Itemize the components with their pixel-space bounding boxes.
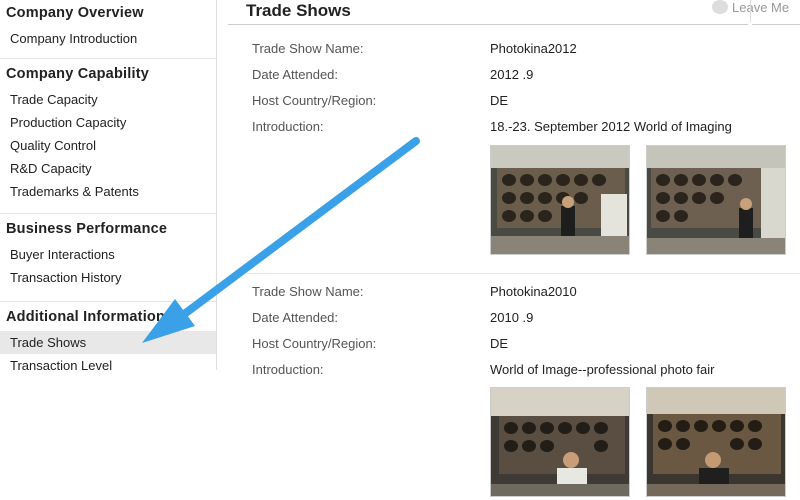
header-underline bbox=[752, 24, 800, 25]
introduction-label: Introduction: bbox=[252, 362, 324, 377]
date-attended-label: Date Attended: bbox=[252, 67, 339, 82]
header-divider bbox=[750, 0, 751, 22]
section-title: Additional Information bbox=[6, 309, 166, 325]
introduction-value: 18.-23. September 2012 World of Imaging bbox=[490, 119, 732, 134]
section-company-capability: Company Capability Trade Capacity Produc… bbox=[0, 59, 216, 214]
sidebar-item-trademarks-patents[interactable]: Trademarks & Patents bbox=[0, 180, 216, 203]
trade-show-photo[interactable] bbox=[646, 145, 786, 255]
trade-show-photo[interactable] bbox=[646, 387, 786, 497]
sidebar-item-company-introduction[interactable]: Company Introduction bbox=[0, 27, 216, 50]
introduction-label: Introduction: bbox=[252, 119, 324, 134]
content-header: Trade Shows Leave Me bbox=[228, 0, 789, 25]
main-content: Trade Shows Leave Me Trade Show Name: Ph… bbox=[228, 0, 800, 500]
host-country-label: Host Country/Region: bbox=[252, 336, 377, 351]
leave-message-label: Leave Me bbox=[732, 0, 790, 15]
sidebar-item-production-capacity[interactable]: Production Capacity bbox=[0, 111, 216, 134]
chat-icon bbox=[712, 0, 728, 14]
section-title: Business Performance bbox=[6, 221, 168, 237]
page-title: Trade Shows bbox=[246, 1, 351, 20]
host-country-label: Host Country/Region: bbox=[252, 93, 377, 108]
section-title: Company Overview bbox=[6, 5, 144, 21]
introduction-value: World of Image--professional photo fair bbox=[490, 362, 715, 377]
sidebar-item-rd-capacity[interactable]: R&D Capacity bbox=[0, 157, 216, 180]
sidebar-item-buyer-interactions[interactable]: Buyer Interactions bbox=[0, 243, 216, 266]
sidebar-item-transaction-history[interactable]: Transaction History bbox=[0, 266, 216, 289]
section-business-performance: Business Performance Buyer Interactions … bbox=[0, 214, 216, 302]
host-country-value: DE bbox=[490, 336, 509, 351]
trade-show-name-value: Photokina2012 bbox=[490, 41, 577, 56]
date-attended-value: 2010 .9 bbox=[490, 310, 534, 325]
entry-divider bbox=[246, 273, 800, 274]
section-company-overview: Company Overview Company Introduction bbox=[0, 0, 216, 59]
sidebar-item-trade-capacity[interactable]: Trade Capacity bbox=[0, 88, 216, 111]
sidebar-item-trade-shows[interactable]: Trade Shows bbox=[0, 331, 216, 354]
sidebar-item-quality-control[interactable]: Quality Control bbox=[0, 134, 216, 157]
host-country-value: DE bbox=[490, 93, 509, 108]
section-title: Company Capability bbox=[6, 66, 149, 82]
sidebar-nav: Company Overview Company Introduction Co… bbox=[0, 0, 217, 373]
trade-show-photo[interactable] bbox=[490, 145, 630, 255]
trade-show-name-label: Trade Show Name: bbox=[252, 41, 364, 56]
sidebar-item-transaction-level[interactable]: Transaction Level bbox=[0, 354, 216, 377]
date-attended-label: Date Attended: bbox=[252, 310, 339, 325]
trade-show-name-value: Photokina2010 bbox=[490, 284, 577, 299]
trade-show-name-label: Trade Show Name: bbox=[252, 284, 364, 299]
trade-show-photo[interactable] bbox=[490, 387, 630, 497]
section-additional-information: Additional Information Trade Shows Trans… bbox=[0, 302, 216, 377]
date-attended-value: 2012 .9 bbox=[490, 67, 534, 82]
